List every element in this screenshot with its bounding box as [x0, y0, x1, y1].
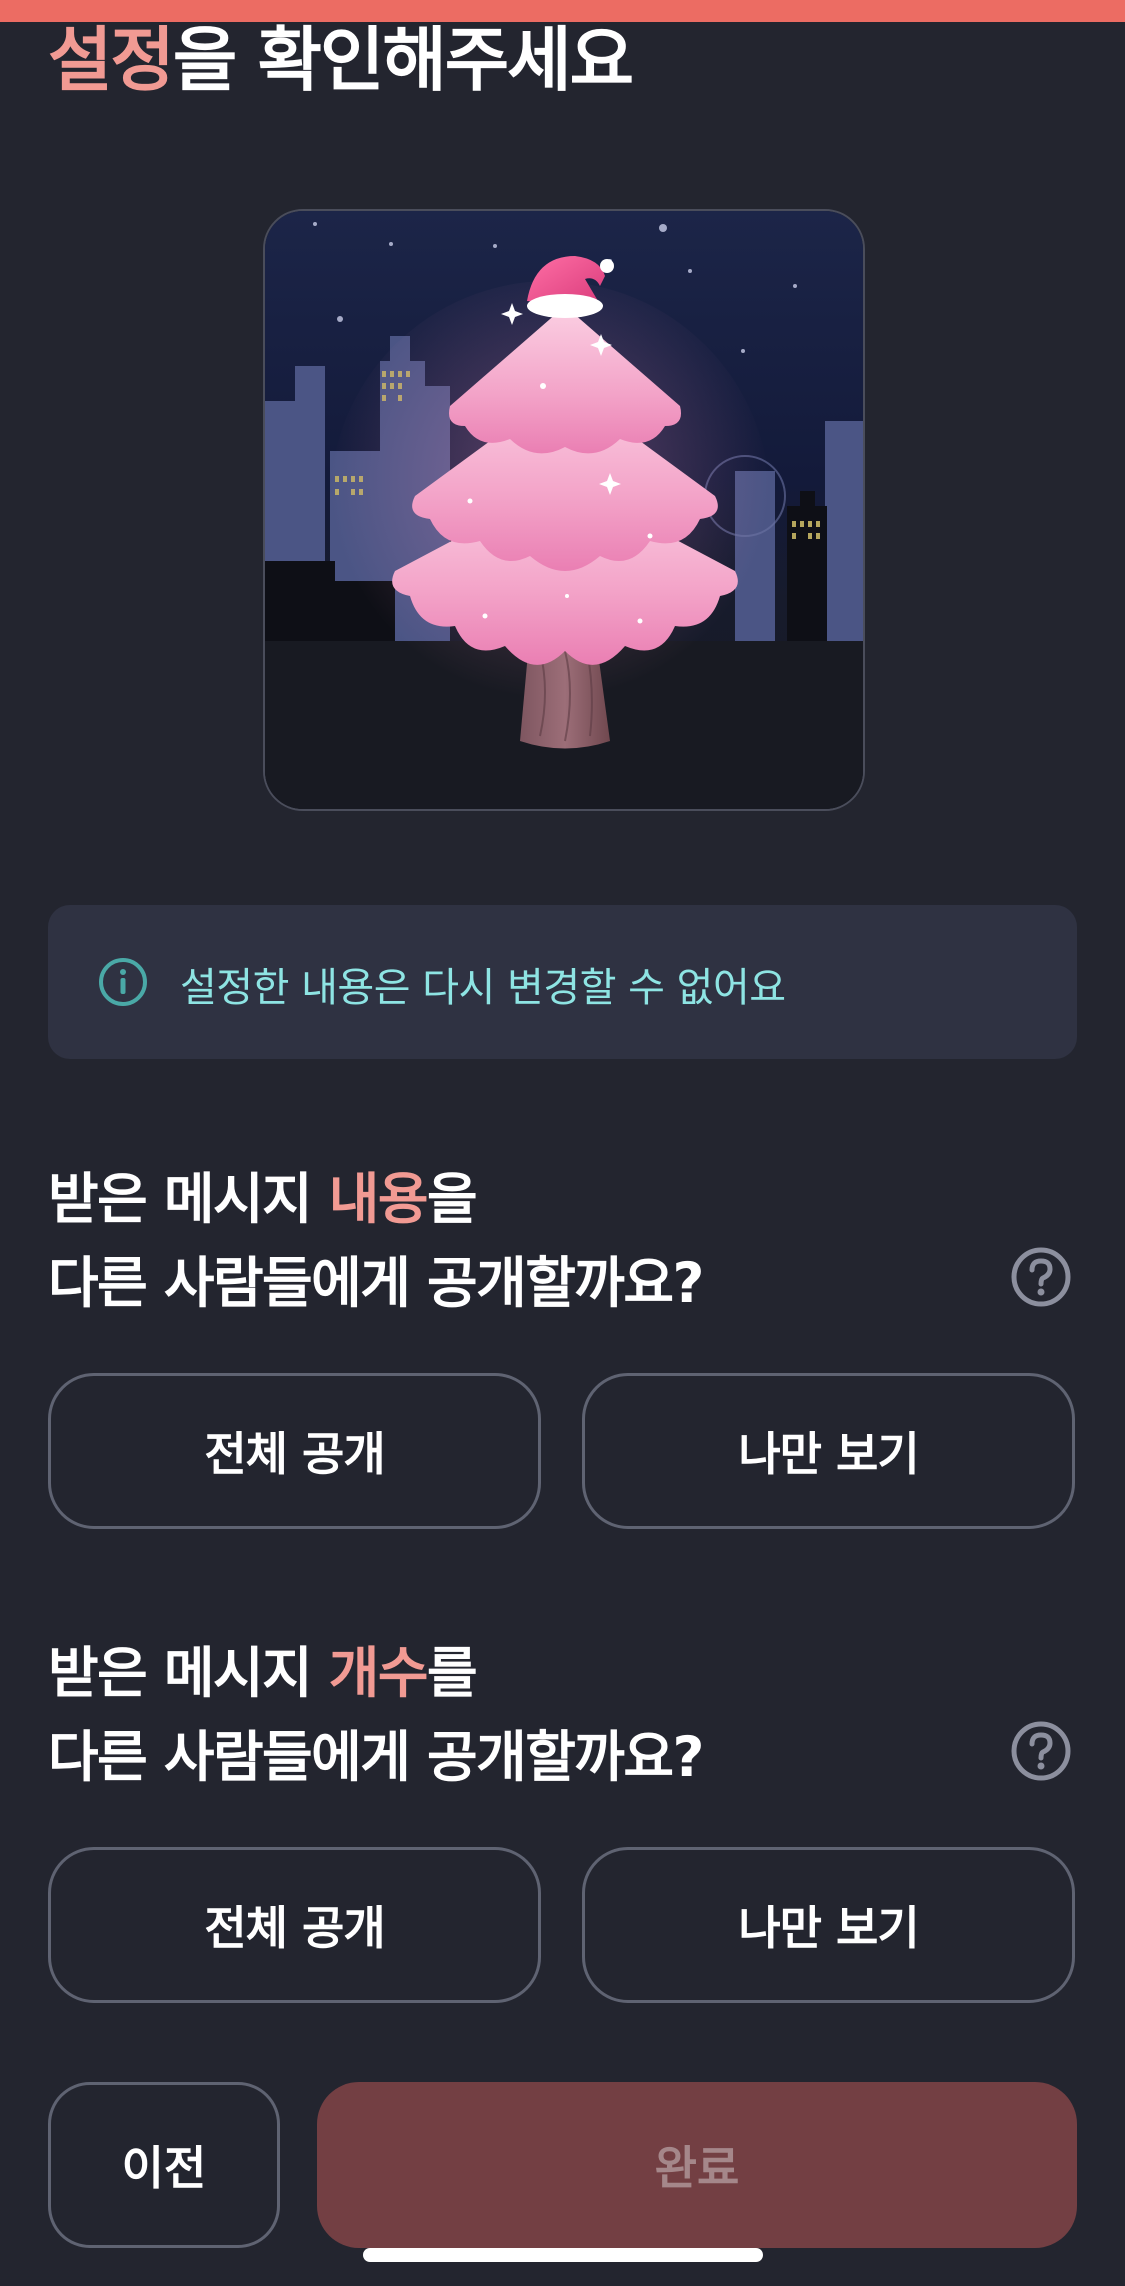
- notice-banner: 설정한 내용은 다시 변경할 수 없어요: [48, 905, 1077, 1059]
- question-content-line2: 다른 사람들에게 공개할까요?: [48, 1251, 704, 1315]
- home-indicator: [363, 2248, 763, 2262]
- count-public-button[interactable]: 전체 공개: [48, 1847, 541, 2003]
- page-title-accent: 설정: [48, 19, 175, 101]
- question-count-accent: 개수: [328, 1641, 429, 1705]
- question-content-line1: 받은 메시지 내용을: [48, 1157, 703, 1241]
- christmas-tree-image: [263, 209, 865, 811]
- prev-button[interactable]: 이전: [48, 2082, 280, 2248]
- question-count-line1-after: 를: [427, 1641, 478, 1705]
- question-count-line2: 다른 사람들에게 공개할까요?: [48, 1725, 704, 1789]
- content-public-button[interactable]: 전체 공개: [48, 1373, 541, 1529]
- question-content-line1-before: 받은 메시지: [48, 1167, 329, 1231]
- question-count-line1-before: 받은 메시지: [48, 1641, 329, 1705]
- info-icon: [99, 958, 147, 1006]
- question-content-accent: 내용: [328, 1167, 429, 1231]
- page-title: 설정을 확인해주세요: [48, 18, 634, 102]
- content-private-button[interactable]: 나만 보기: [582, 1373, 1075, 1529]
- help-circle-icon[interactable]: [1010, 1246, 1072, 1308]
- count-private-button[interactable]: 나만 보기: [582, 1847, 1075, 2003]
- notice-text: 설정한 내용은 다시 변경할 수 없어요: [180, 965, 786, 1011]
- help-circle-icon[interactable]: [1010, 1720, 1072, 1782]
- question-count-line1: 받은 메시지 개수를: [48, 1631, 703, 1715]
- question-content-line1-after: 을: [427, 1167, 478, 1231]
- page-title-rest: 을 확인해주세요: [172, 19, 634, 101]
- done-button[interactable]: 완료: [317, 2082, 1077, 2248]
- question-count-title: 받은 메시지 개수를 다른 사람들에게 공개할까요?: [48, 1631, 704, 1799]
- question-content-title: 받은 메시지 내용을 다른 사람들에게 공개할까요?: [48, 1157, 704, 1325]
